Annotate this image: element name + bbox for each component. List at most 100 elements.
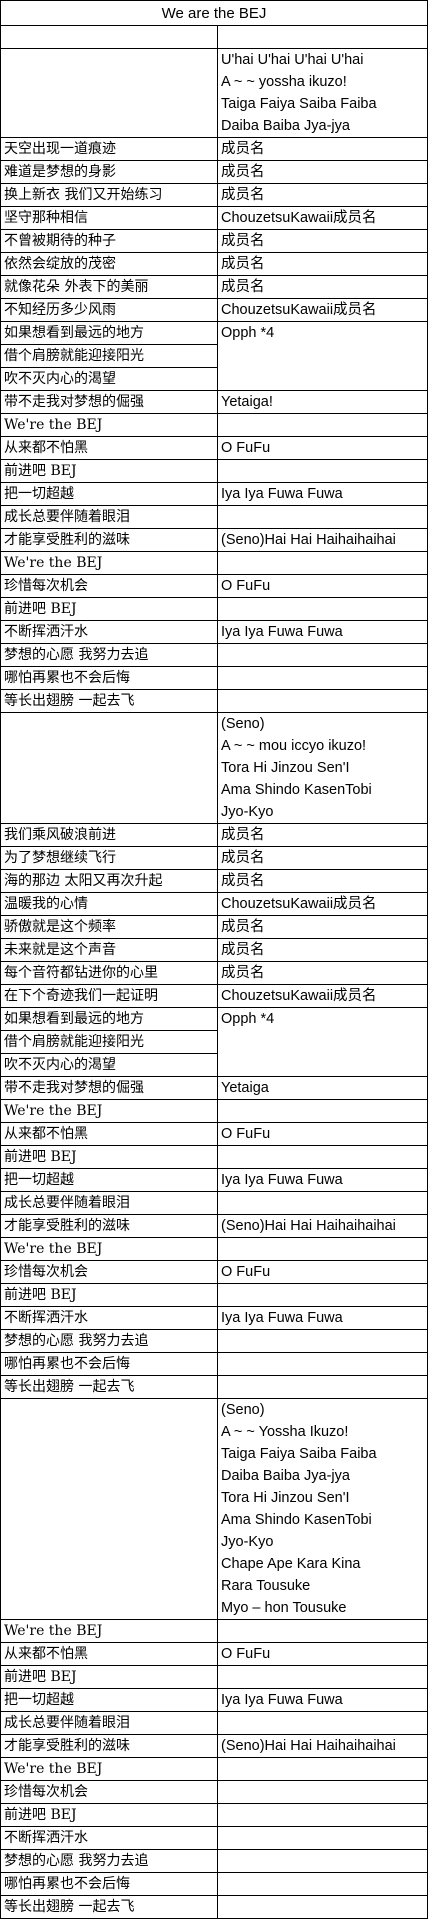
lyric-row: We're the BEJ [0, 413, 428, 437]
call-cell [217, 643, 428, 667]
chant-line: Myo – hon Tousuke [221, 1600, 347, 1616]
lyric-cell: We're the BEJ [0, 1099, 218, 1123]
lyric-row: 不断挥洒汗水 Iya Iya Fuwa Fuwa [0, 620, 428, 644]
call-cell: (Seno)Hai Hai Haihaihaihai [217, 528, 428, 552]
lyric-row: 就像花朵 外表下的美丽 成员名 [0, 275, 428, 299]
lyric-cell: We're the BEJ [0, 1757, 218, 1781]
lyric-cell: 坚守那种相信 [0, 206, 218, 230]
lyric-row: 才能享受胜利的滋味 (Seno)Hai Hai Haihaihaihai [0, 528, 428, 552]
lyric-row: 等长出翅膀 一起去飞 [0, 1895, 428, 1919]
chant-line: Jyo-Kyo [221, 804, 274, 820]
chant-line: (Seno) [221, 1402, 265, 1418]
call-cell [217, 1619, 428, 1643]
lyric-cell: 珍惜每次机会 [0, 1260, 218, 1284]
lyric-row: 把一切超越 Iya Iya Fuwa Fuwa [0, 1168, 428, 1192]
lyric-cell: 等长出翅膀 一起去飞 [0, 689, 218, 713]
lyric-row: 从来都不怕黑 O FuFu [0, 1642, 428, 1666]
call-cell [217, 1329, 428, 1353]
lyric-cell: We're the BEJ [0, 1237, 218, 1261]
lyric-cell: 不断挥洒汗水 [0, 1826, 218, 1850]
chant-line: Chape Ape Kara Kina [221, 1556, 361, 1572]
call-cell [217, 1711, 428, 1735]
chant-line: Taiga Faiya Saiba Faiba [221, 96, 377, 112]
lyric-cell: 前进吧 BEJ [0, 1803, 218, 1827]
lyric-cell: 梦想的心愿 我努力去追 [0, 1849, 218, 1873]
lyric-row: 前进吧 BEJ [0, 1145, 428, 1169]
chant-block-row: (Seno) A ~ ~ Yossha Ikuzo! Taiga Faiya Sai… [0, 1398, 428, 1620]
lyric-row: 前进吧 BEJ [0, 1665, 428, 1689]
call-cell: O FuFu [217, 436, 428, 460]
lyric-row: 依然会绽放的茂密 成员名 [0, 252, 428, 276]
call-cell: Yetaiga [217, 1076, 428, 1100]
spacer-row [0, 25, 428, 49]
lyric-cell: 前进吧 BEJ [0, 1665, 218, 1689]
call-cell [217, 505, 428, 529]
call-cell: Opph *4 [217, 1007, 428, 1077]
lyric-cell: 成长总要伴随着眼泪 [0, 1711, 218, 1735]
lyric-cell: 珍惜每次机会 [0, 574, 218, 598]
lyric-row: 天空出现一道痕迹 成员名 [0, 137, 428, 161]
chant-block-cell: (Seno) A ~ ~ Yossha Ikuzo! Taiga Faiya Sai… [217, 1398, 428, 1620]
call-cell: 成员名 [217, 846, 428, 870]
lyric-cell: 把一切超越 [0, 1168, 218, 1192]
chant-block-row: U'hai U'hai U'hai U'hai A ~ ~ yossha ikuz… [0, 48, 428, 138]
call-cell: Iya Iya Fuwa Fuwa [217, 1688, 428, 1712]
lyric-row: 梦想的心愿 我努力去追 [0, 643, 428, 667]
chant-line: A ~ ~ Yossha Ikuzo! [221, 1424, 349, 1440]
chant-line: Rara Tousuke [221, 1578, 311, 1594]
lyric-cell: 才能享受胜利的滋味 [0, 1734, 218, 1758]
lyric-row: 珍惜每次机会 O FuFu [0, 1260, 428, 1284]
call-cell [217, 459, 428, 483]
chant-line: A ~ ~ yossha ikuzo! [221, 74, 347, 90]
lyric-row: 成长总要伴随着眼泪 [0, 1191, 428, 1215]
lyric-cell: 从来都不怕黑 [0, 1122, 218, 1146]
call-cell [217, 1283, 428, 1307]
lyric-row: 前进吧 BEJ [0, 1803, 428, 1827]
chant-line: Tora Hi Jinzou Sen'I [221, 1490, 350, 1506]
lyric-row: 温暖我的心情 ChouzetsuKawaii成员名 [0, 892, 428, 916]
chant-line: (Seno) [221, 716, 265, 732]
call-cell [217, 1145, 428, 1169]
call-cell [217, 1375, 428, 1399]
lyric-cell: 借个肩膀就能迎接阳光 [0, 344, 218, 368]
lyric-row: 不曾被期待的种子 成员名 [0, 229, 428, 253]
lyric-row: We're the BEJ [0, 1619, 428, 1643]
chant-line: U'hai U'hai U'hai U'hai [221, 52, 364, 68]
lyric-cell: 从来都不怕黑 [0, 1642, 218, 1666]
call-cell: 成员名 [217, 137, 428, 161]
lyric-cell: 前进吧 BEJ [0, 597, 218, 621]
lyric-row: 我们乘风破浪前进 成员名 [0, 823, 428, 847]
lyric-cell: 骄傲就是这个频率 [0, 915, 218, 939]
call-cell: ChouzetsuKawaii成员名 [217, 984, 428, 1008]
lyric-cell: 珍惜每次机会 [0, 1780, 218, 1804]
lyric-cell: 哪怕再累也不会后悔 [0, 666, 218, 690]
call-cell [217, 1826, 428, 1850]
call-cell [217, 1872, 428, 1896]
lyric-cell: 不曾被期待的种子 [0, 229, 218, 253]
call-cell: 成员名 [217, 823, 428, 847]
lyric-row: 才能享受胜利的滋味 (Seno)Hai Hai Haihaihaihai [0, 1214, 428, 1238]
call-cell: O FuFu [217, 1642, 428, 1666]
lyric-cell: 前进吧 BEJ [0, 1283, 218, 1307]
chant-line: Ama Shindo KasenTobi [221, 782, 372, 798]
lyric-row: 在下个奇迹我们一起证明 ChouzetsuKawaii成员名 [0, 984, 428, 1008]
lyric-cell: 等长出翅膀 一起去飞 [0, 1895, 218, 1919]
lyric-row: 梦想的心愿 我努力去追 [0, 1849, 428, 1873]
lyric-row: 把一切超越 Iya Iya Fuwa Fuwa [0, 482, 428, 506]
lyric-cell: 如果想看到最远的地方 [0, 1007, 218, 1031]
lyric-cell: 才能享受胜利的滋味 [0, 1214, 218, 1238]
lyric-cell: 依然会绽放的茂密 [0, 252, 218, 276]
lyric-row: 才能享受胜利的滋味 (Seno)Hai Hai Haihaihaihai [0, 1734, 428, 1758]
lyric-cell: 前进吧 BEJ [0, 1145, 218, 1169]
call-cell: Iya Iya Fuwa Fuwa [217, 1306, 428, 1330]
lyric-row: 前进吧 BEJ [0, 1283, 428, 1307]
call-cell: 成员名 [217, 869, 428, 893]
lyric-row: 哪怕再累也不会后悔 [0, 1352, 428, 1376]
lyric-cell: 未来就是这个声音 [0, 938, 218, 962]
call-cell [217, 666, 428, 690]
call-cell [217, 1849, 428, 1873]
lyric-row: 骄傲就是这个频率 成员名 [0, 915, 428, 939]
chant-block-row: (Seno) A ~ ~ mou iccyo ikuzo! Tora Hi Jinz… [0, 712, 428, 824]
call-cell: O FuFu [217, 574, 428, 598]
lyric-cell: 海的那边 太阳又再次升起 [0, 869, 218, 893]
